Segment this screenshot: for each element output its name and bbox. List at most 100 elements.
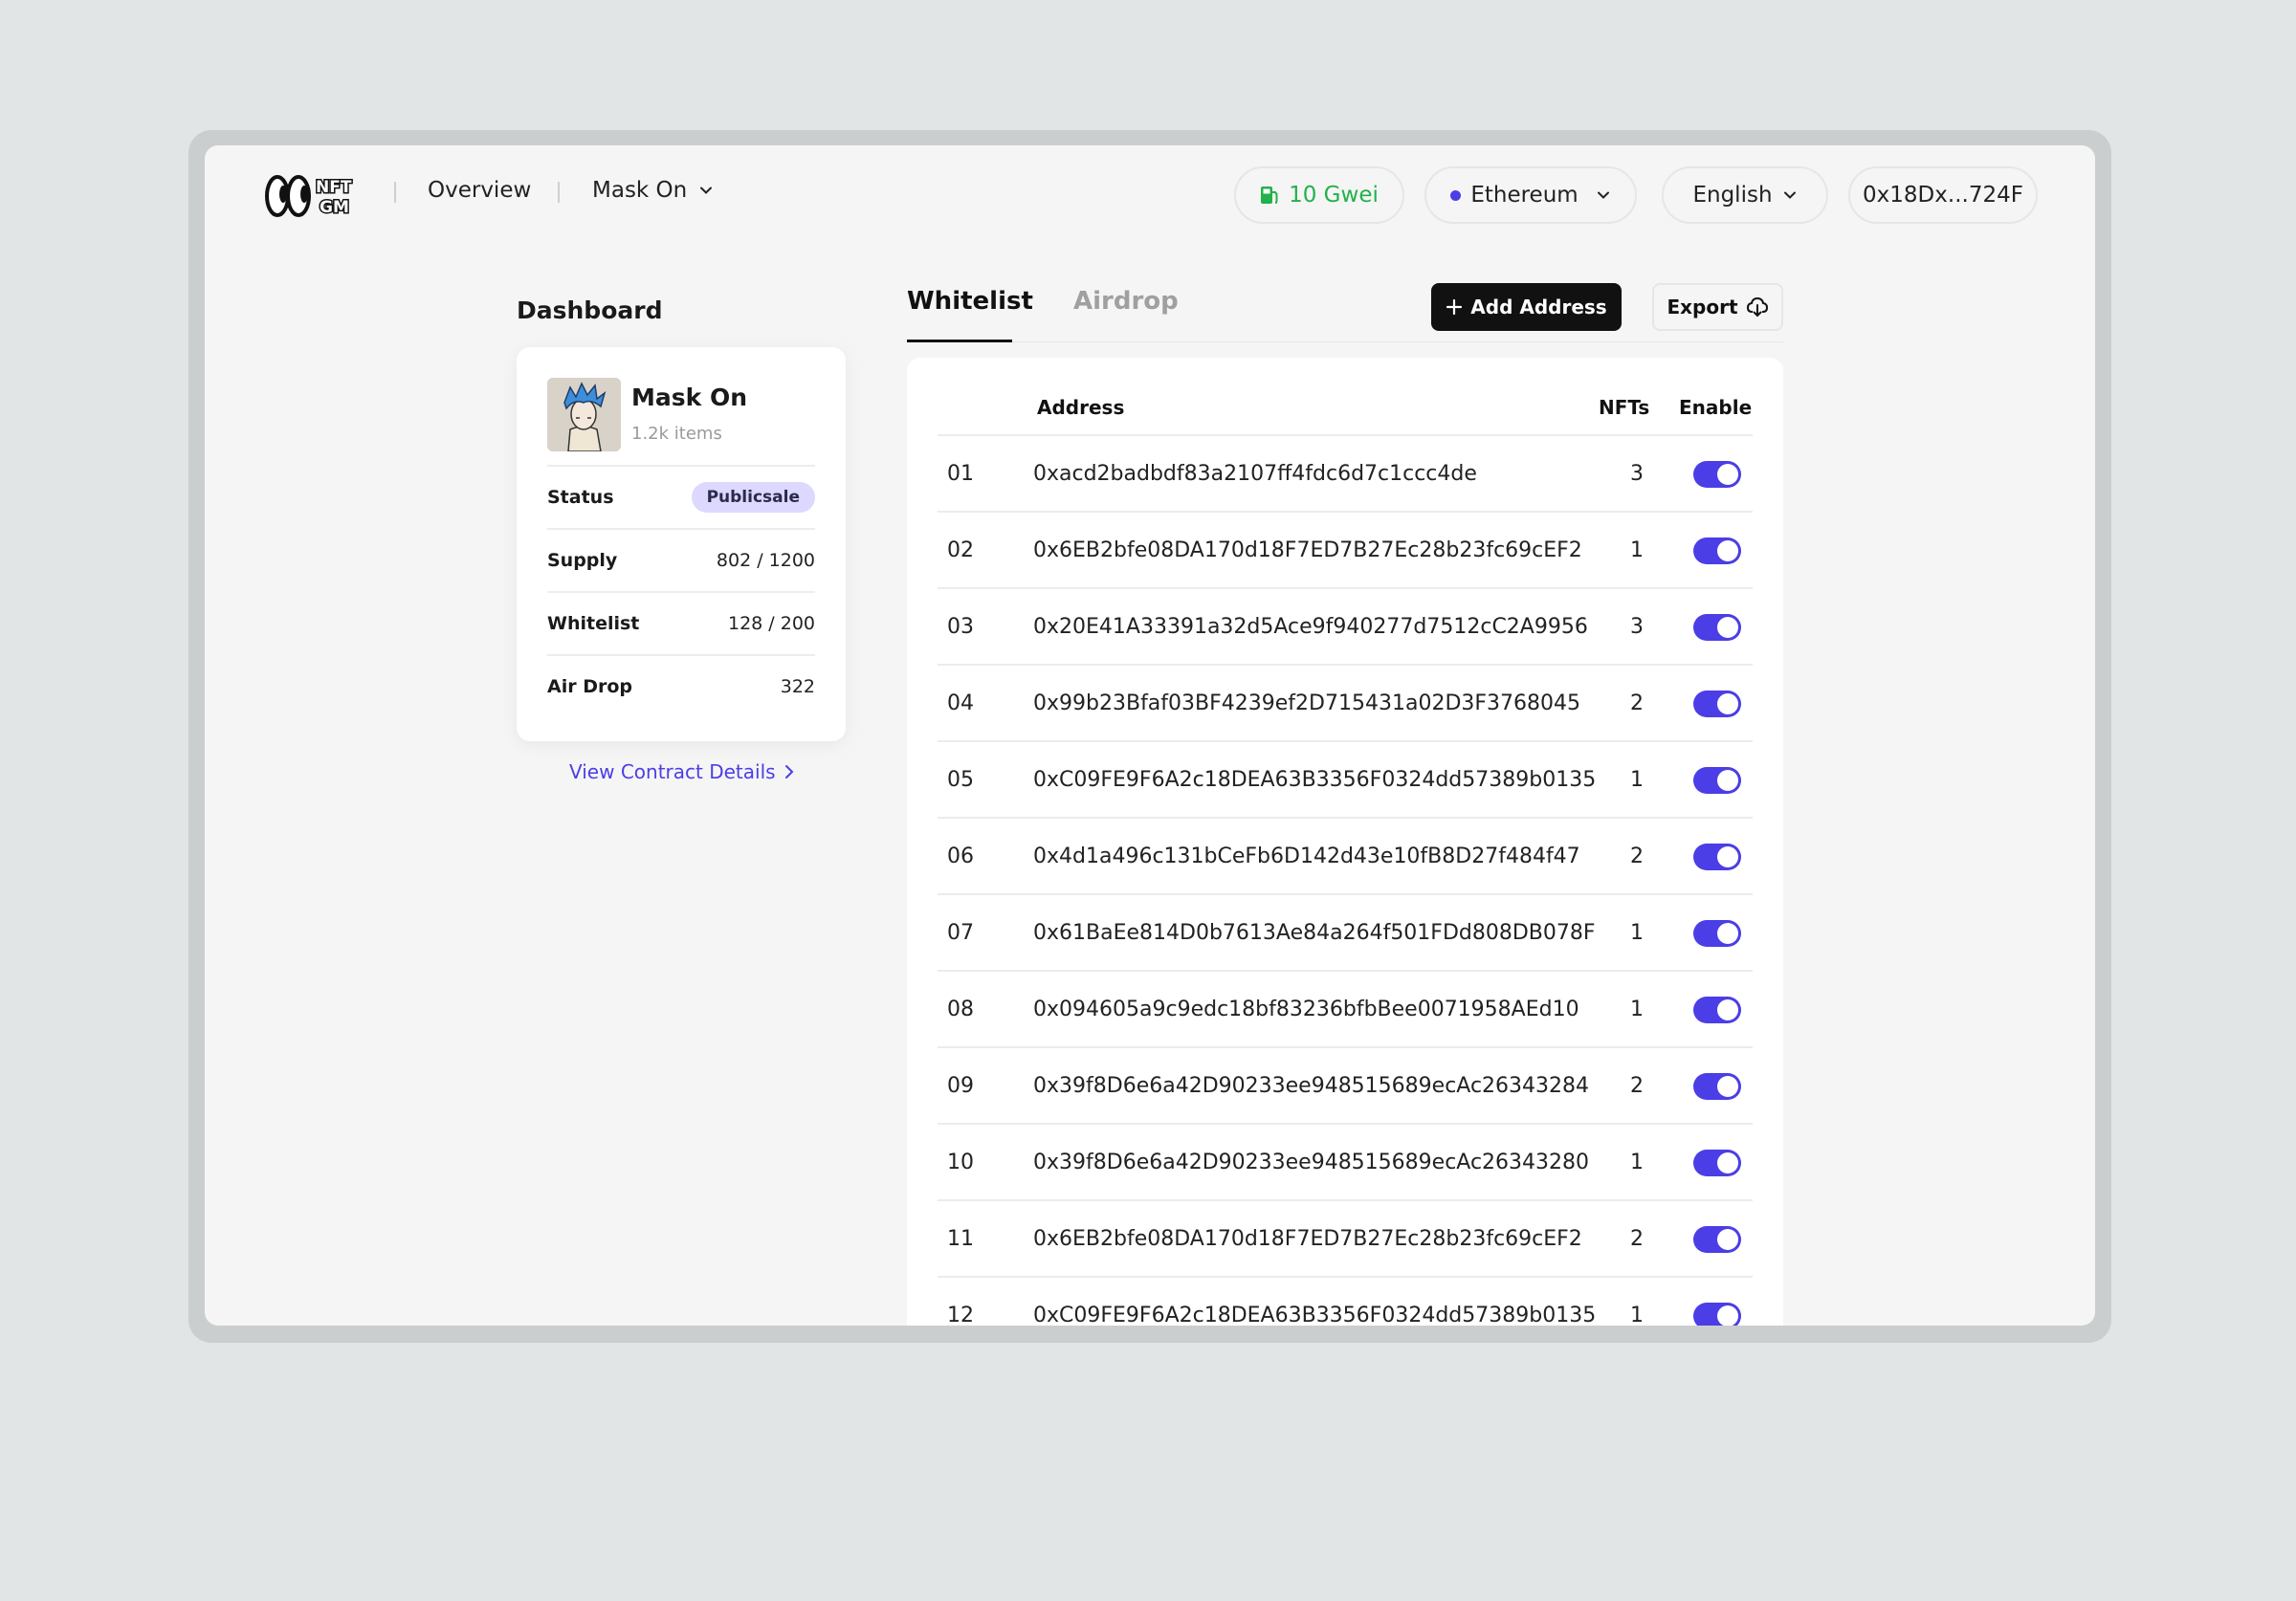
nft-count-cell: 1 [1630, 998, 1644, 1021]
nft-count-cell: 2 [1630, 691, 1644, 715]
avatar-image [547, 378, 621, 451]
status-row: Status Publicsale [547, 465, 815, 528]
wallet-address-button[interactable]: 0x18Dx...724F [1848, 166, 2038, 224]
fuel-pump-icon [1261, 186, 1278, 204]
export-label: Export [1667, 296, 1738, 318]
airdrop-label: Air Drop [547, 676, 632, 697]
toggle-knob [1717, 464, 1738, 485]
collection-item-count: 1.2k items [631, 424, 722, 444]
toggle-knob [1717, 1305, 1738, 1326]
collection-avatar [547, 378, 621, 451]
toggle-knob [1717, 923, 1738, 944]
status-badge: Publicsale [691, 482, 815, 513]
add-address-button[interactable]: Add Address [1431, 283, 1622, 331]
view-contract-link[interactable]: View Contract Details [569, 760, 795, 783]
table-row: 11 0x6EB2bfe08DA170d18F7ED7B27Ec28b23fc69… [938, 1199, 1753, 1276]
column-header-nfts: NFTs [1599, 396, 1650, 419]
chevron-down-icon [1597, 191, 1609, 199]
collection-name: Mask On [631, 384, 748, 411]
supply-label: Supply [547, 550, 618, 571]
tab-airdrop[interactable]: Airdrop [1073, 287, 1179, 316]
toggle-knob [1717, 1229, 1738, 1250]
enable-toggle[interactable] [1693, 461, 1741, 488]
toggle-knob [1717, 770, 1738, 791]
nav-divider [558, 182, 560, 203]
airdrop-row: Air Drop 322 [547, 654, 815, 717]
wallet-address-cell: 0x99b23Bfaf03BF4239ef2D715431a02D3F37680… [1033, 691, 1581, 715]
enable-toggle[interactable] [1693, 1226, 1741, 1253]
table-row: 02 0x6EB2bfe08DA170d18F7ED7B27Ec28b23fc69… [938, 511, 1753, 587]
nft-count-cell: 1 [1630, 768, 1644, 792]
chevron-down-icon [1783, 191, 1796, 199]
enable-toggle[interactable] [1693, 614, 1741, 641]
toggle-knob [1717, 1076, 1738, 1097]
nft-count-cell: 3 [1630, 462, 1644, 486]
network-label: Ethereum [1470, 183, 1578, 208]
tab-whitelist[interactable]: Whitelist [907, 287, 1033, 316]
table-row: 12 0xC09FE9F6A2c18DEA63B3356F0324dd57389b… [938, 1276, 1753, 1326]
wallet-address-cell: 0xC09FE9F6A2c18DEA63B3356F0324dd57389b01… [1033, 1304, 1597, 1326]
toggle-knob [1717, 999, 1738, 1020]
airdrop-value: 322 [780, 676, 815, 697]
nft-count-cell: 1 [1630, 1304, 1644, 1326]
wallet-address-label: 0x18Dx...724F [1863, 183, 2023, 208]
gas-price-pill[interactable]: 10 Gwei [1234, 166, 1404, 224]
column-header-enable: Enable [1679, 396, 1753, 419]
export-button[interactable]: Export [1652, 283, 1783, 331]
logo[interactable]: NFT GM [262, 169, 367, 219]
nft-count-cell: 1 [1630, 921, 1644, 945]
whitelist-row: Whitelist 128 / 200 [547, 591, 815, 654]
collection-dropdown[interactable]: Mask On [592, 178, 714, 203]
table-row: 05 0xC09FE9F6A2c18DEA63B3356F0324dd57389b… [938, 740, 1753, 817]
toggle-knob [1717, 617, 1738, 638]
chevron-right-icon [784, 765, 793, 779]
nft-count-cell: 2 [1630, 844, 1644, 868]
wallet-address-cell: 0x6EB2bfe08DA170d18F7ED7B27Ec28b23fc69cE… [1033, 538, 1582, 562]
enable-toggle[interactable] [1693, 1303, 1741, 1326]
dashboard-title: Dashboard [517, 296, 663, 324]
gas-price-label: 10 Gwei [1289, 183, 1379, 208]
enable-toggle[interactable] [1693, 844, 1741, 870]
logo-text-top: NFT [316, 178, 352, 197]
wallet-address-cell: 0x61BaEe814D0b7613Ae84a264f501FDd808DB07… [1033, 921, 1596, 945]
wallet-address-cell: 0x6EB2bfe08DA170d18F7ED7B27Ec28b23fc69cE… [1033, 1227, 1582, 1251]
wallet-address-cell: 0x20E41A33391a32d5Ace9f940277d7512cC2A99… [1033, 615, 1588, 639]
plus-icon [1446, 298, 1463, 316]
app-window: NFT GM Overview Mask On 10 Gwei Ethereum… [205, 145, 2095, 1326]
tab-divider [907, 341, 1783, 342]
language-dropdown[interactable]: English [1662, 166, 1828, 224]
row-number: 08 [947, 998, 974, 1021]
table-row: 10 0x39f8D6e6a42D90233ee948515689ecAc2634… [938, 1123, 1753, 1199]
supply-value: 802 / 1200 [716, 550, 815, 571]
supply-row: Supply 802 / 1200 [547, 528, 815, 591]
enable-toggle[interactable] [1693, 997, 1741, 1023]
whitelist-value: 128 / 200 [727, 613, 815, 634]
collection-card: Mask On 1.2k items Status Publicsale Sup… [517, 347, 846, 741]
network-dropdown[interactable]: Ethereum [1424, 166, 1637, 224]
enable-toggle[interactable] [1693, 920, 1741, 947]
row-number: 02 [947, 538, 974, 562]
collection-dropdown-label: Mask On [592, 178, 688, 203]
logo-text-bottom: GM [320, 198, 349, 217]
enable-toggle[interactable] [1693, 1073, 1741, 1100]
row-number: 04 [947, 691, 974, 715]
table-row: 01 0xacd2badbdf83a2107ff4fdc6d7c1ccc4de 3 [938, 434, 1753, 511]
enable-toggle[interactable] [1693, 537, 1741, 564]
nft-count-cell: 1 [1630, 538, 1644, 562]
network-status-dot [1450, 189, 1462, 201]
enable-toggle[interactable] [1693, 691, 1741, 717]
nft-count-cell: 3 [1630, 615, 1644, 639]
active-tab-indicator [907, 340, 1012, 342]
row-number: 06 [947, 844, 974, 868]
nav-overview-link[interactable]: Overview [428, 178, 531, 203]
enable-toggle[interactable] [1693, 1150, 1741, 1176]
wallet-address-cell: 0x094605a9c9edc18bf83236bfbBee0071958AEd… [1033, 998, 1579, 1021]
enable-toggle[interactable] [1693, 767, 1741, 794]
toggle-knob [1717, 693, 1738, 714]
whitelist-table: Address NFTs Enable 01 0xacd2badbdf83a210… [907, 358, 1783, 1326]
column-header-address: Address [1037, 396, 1125, 419]
table-body: 01 0xacd2badbdf83a2107ff4fdc6d7c1ccc4de 3 0… [938, 434, 1753, 1326]
row-number: 10 [947, 1151, 974, 1174]
toggle-knob [1717, 846, 1738, 867]
table-row: 06 0x4d1a496c131bCeFb6D142d43e10fB8D27f48… [938, 817, 1753, 893]
